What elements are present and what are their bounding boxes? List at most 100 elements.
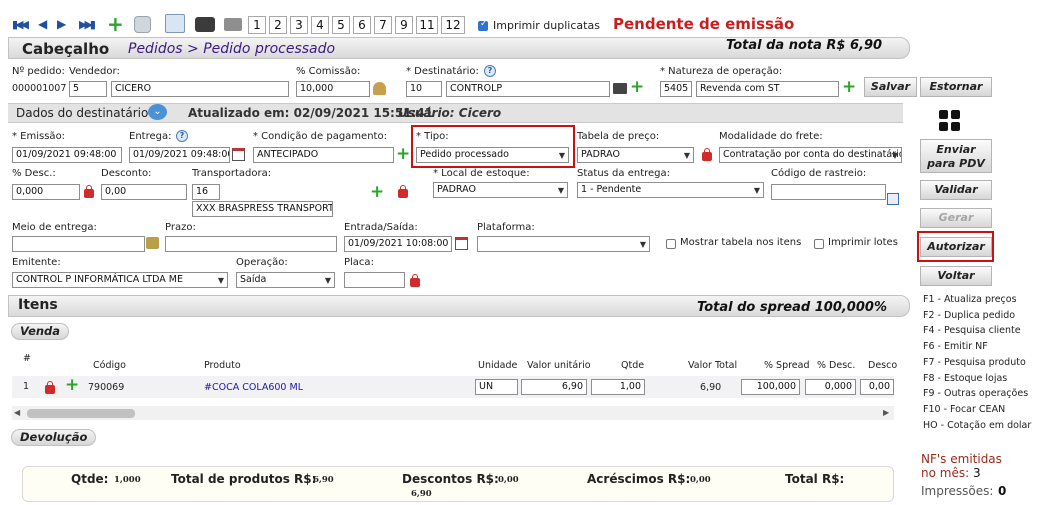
calendar-icon[interactable] <box>455 237 468 250</box>
scroll-left-icon[interactable]: ◀ <box>14 408 20 417</box>
totals-products-label: Total de produtos R$: <box>171 472 317 486</box>
add-item-icon[interactable]: + <box>65 377 79 394</box>
page-button-4[interactable]: 4 <box>311 16 329 34</box>
page-button-3[interactable]: 3 <box>290 16 308 34</box>
emission-label: * Emissão: <box>12 131 66 142</box>
term-input[interactable] <box>165 236 337 252</box>
shortcut-ho: HO - Cotação em dolar <box>923 420 1032 431</box>
delivery-help-icon[interactable]: ? <box>176 130 188 142</box>
page-button-1[interactable]: 1 <box>248 16 266 34</box>
plate-input[interactable] <box>344 272 405 288</box>
lock-icon[interactable] <box>398 185 408 198</box>
row-product[interactable]: #COCA COLA600 ML <box>204 382 303 393</box>
op-select[interactable]: Saída ▼ <box>236 272 335 288</box>
carrier-code-input[interactable]: 16 <box>192 184 220 200</box>
carrier-name-input[interactable]: XXX BRASPRESS TRANSPORTES <box>192 201 333 217</box>
row-desc-pct-input[interactable]: 0,000 <box>805 379 856 395</box>
truck-icon[interactable] <box>146 237 159 249</box>
row-qty-input[interactable]: 1,00 <box>591 379 645 395</box>
tab-sale[interactable]: Venda <box>11 323 70 340</box>
operation-name-input[interactable]: Revenda com ST <box>696 81 839 97</box>
camera-icon[interactable] <box>195 17 215 32</box>
people-icon[interactable] <box>373 82 386 95</box>
next-page-icon[interactable]: ▶ <box>57 17 66 31</box>
calendar-icon[interactable] <box>232 148 245 161</box>
add-operation-icon[interactable]: + <box>842 79 856 96</box>
save-button[interactable]: Salvar <box>864 77 917 97</box>
delivery-input[interactable]: 01/09/2021 09:48:00 <box>129 147 230 163</box>
lock-icon[interactable] <box>45 381 55 394</box>
stock-select[interactable]: PADRAO ▼ <box>433 182 568 198</box>
freight-value: Contratação por conta do destinatário <box>723 149 902 160</box>
row-unit-price-input[interactable]: 6,90 <box>521 379 587 395</box>
book-icon[interactable] <box>613 83 627 94</box>
emission-input[interactable]: 01/09/2021 09:48:00 <box>12 147 122 163</box>
operation-code-input[interactable]: 5405 <box>660 81 692 97</box>
row-desc-input[interactable]: 0,00 <box>860 379 894 395</box>
totals-products: 6,90 <box>313 475 334 485</box>
validate-button[interactable]: Validar <box>920 180 992 200</box>
plate-label: Placa: <box>344 257 374 268</box>
back-button[interactable]: Voltar <box>920 266 992 286</box>
print-duplicates-checkbox[interactable] <box>478 19 488 31</box>
reverse-button[interactable]: Estornar <box>920 77 992 97</box>
add-recipient-icon[interactable]: + <box>630 79 644 96</box>
page-button-12[interactable]: 12 <box>441 16 465 34</box>
refresh-icon[interactable] <box>134 16 151 33</box>
platform-select[interactable]: ▼ <box>477 236 650 252</box>
print-batches-checkbox[interactable] <box>814 239 824 249</box>
page-button-9[interactable]: 9 <box>395 16 413 34</box>
desc-pct-input[interactable]: 0,000 <box>12 184 80 200</box>
entry-exit-input[interactable]: 01/09/2021 10:08:00 <box>344 236 452 252</box>
lock-icon[interactable] <box>84 185 94 198</box>
invoice-total: Total da nota R$ 6,90 <box>726 38 883 53</box>
page-button-5[interactable]: 5 <box>332 16 350 34</box>
page-button-7[interactable]: 7 <box>374 16 392 34</box>
seller-name-input[interactable]: CICERO <box>111 81 289 97</box>
scrollbar-thumb[interactable] <box>27 409 135 418</box>
payment-input[interactable]: ANTECIPADO <box>253 147 394 163</box>
seller-code-input[interactable]: 5 <box>69 81 107 97</box>
discount-input[interactable]: 0,00 <box>101 184 187 200</box>
totals-total-label: Total R$: <box>785 472 845 486</box>
delivery-status-select[interactable]: 1 - Pendente ▼ <box>577 182 764 198</box>
tab-return[interactable]: Devolução <box>11 429 97 446</box>
commission-input[interactable]: 10,000 <box>296 81 370 97</box>
upload-icon[interactable] <box>165 14 185 33</box>
first-page-icon[interactable]: ▮◀◀ <box>12 18 29 31</box>
add-carrier-icon[interactable]: + <box>370 184 384 201</box>
page-button-2[interactable]: 2 <box>269 16 287 34</box>
tracking-input[interactable] <box>771 184 886 200</box>
row-unit-input[interactable]: UN <box>475 379 518 395</box>
order-number-label: Nº pedido: <box>12 66 65 77</box>
send-pdv-button[interactable]: Enviar para PDV <box>920 139 992 173</box>
grid-icon[interactable] <box>939 110 961 132</box>
row-spread-input[interactable]: 100,000 <box>741 379 800 395</box>
shortcut-f4: F4 - Pesquisa cliente <box>923 325 1021 336</box>
scroll-right-icon[interactable]: ▶ <box>883 408 889 417</box>
last-page-icon[interactable]: ▶▶▮ <box>79 18 96 31</box>
help-icon[interactable]: ? <box>484 65 496 77</box>
chevron-down-icon[interactable]: ⌄ <box>148 104 167 120</box>
delivery-method-input[interactable] <box>12 236 145 252</box>
recipient-code-input[interactable]: 10 <box>406 81 442 97</box>
lock-icon[interactable] <box>410 274 420 287</box>
shortcut-f8: F8 - Estoque lojas <box>923 373 1008 384</box>
add-payment-icon[interactable]: + <box>396 146 410 163</box>
show-price-table-label: Mostrar tabela nos itens <box>680 237 802 248</box>
spread-total: Total do spread 100,000% <box>697 300 887 315</box>
lock-icon[interactable] <box>702 148 712 161</box>
page-button-6[interactable]: 6 <box>353 16 371 34</box>
recipient-name-input[interactable]: CONTROLP <box>446 81 610 97</box>
page-button-11[interactable]: 11 <box>416 16 438 34</box>
show-price-table-checkbox[interactable] <box>666 239 676 249</box>
generate-button[interactable]: Gerar <box>920 208 992 228</box>
printer-icon[interactable] <box>224 18 242 31</box>
issuer-select[interactable]: CONTROL P INFORMÁTICA LTDA ME ▼ <box>12 272 228 288</box>
add-icon[interactable]: + <box>107 14 124 34</box>
note-icon[interactable] <box>887 193 899 205</box>
price-table-select[interactable]: PADRAO ▼ <box>577 147 694 163</box>
horizontal-scrollbar[interactable] <box>12 406 894 420</box>
freight-select[interactable]: Contratação por conta do destinatário ▼ <box>719 147 902 163</box>
prev-page-icon[interactable]: ◀ <box>38 17 47 31</box>
